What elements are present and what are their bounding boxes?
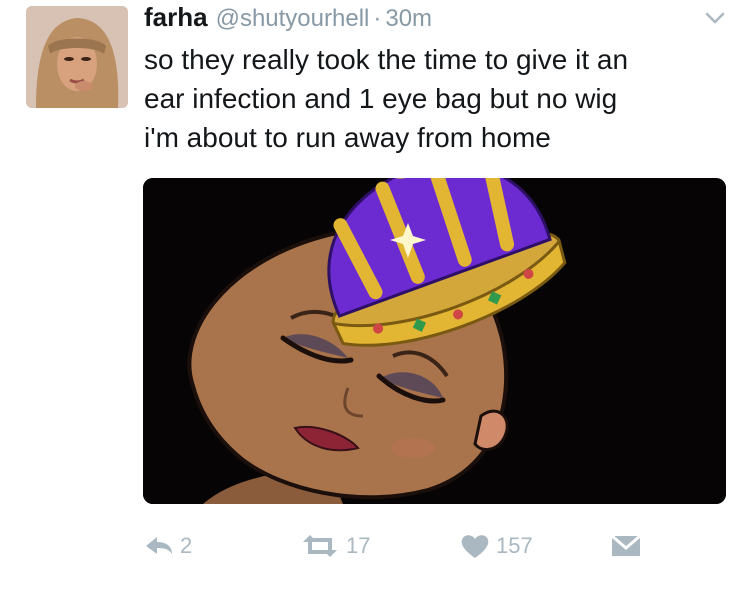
reply-icon: [144, 534, 174, 558]
tweet-text-line: i'm about to run away from home: [144, 122, 551, 153]
reply-button[interactable]: 2: [144, 528, 192, 564]
like-count: 157: [496, 533, 533, 558]
retweet-icon: [300, 534, 340, 558]
avatar-image: [26, 6, 128, 108]
tweet-action-bar: 2 17 157: [144, 528, 664, 564]
display-name[interactable]: farha: [144, 2, 208, 32]
avatar[interactable]: [26, 6, 128, 108]
chevron-down-icon[interactable]: [700, 6, 730, 30]
like-button[interactable]: 157: [460, 528, 533, 564]
timestamp[interactable]: 30m: [385, 5, 432, 32]
envelope-icon: [610, 534, 642, 558]
tweet-media-image[interactable]: [143, 178, 726, 504]
separator-dot: ·: [373, 5, 382, 32]
retweet-count: 17: [346, 533, 371, 558]
retweet-button[interactable]: 17: [300, 528, 370, 564]
user-handle[interactable]: @shutyourhell: [216, 5, 370, 32]
direct-message-button[interactable]: [610, 528, 642, 564]
tweet-text: so they really took the time to give it …: [144, 40, 734, 157]
heart-icon: [460, 533, 490, 559]
bitmoji-crown-illustration: [143, 178, 726, 504]
reply-count: 2: [180, 533, 193, 558]
tweet-header: farha @shutyourhell · 30m: [144, 2, 432, 36]
tweet-text-line: so they really took the time to give it …: [144, 44, 629, 75]
tweet-text-line: ear infection and 1 eye bag but no wig: [144, 83, 618, 114]
